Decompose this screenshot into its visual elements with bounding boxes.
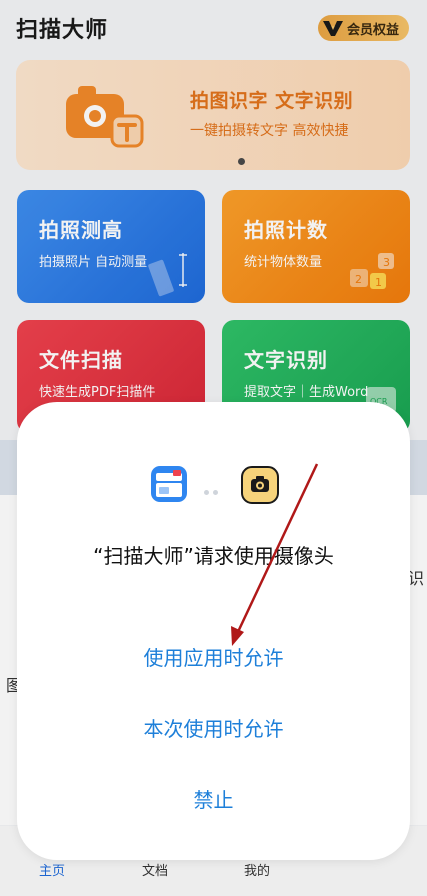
dialog-icons (17, 466, 410, 506)
camera-permission-dialog: “扫描大师”请求使用摄像头 使用应用时允许 本次使用时允许 禁止 (17, 402, 410, 860)
deny-button[interactable]: 禁止 (77, 780, 350, 820)
allow-while-using-button[interactable]: 使用应用时允许 (77, 638, 350, 678)
permission-message: “扫描大师”请求使用摄像头 (93, 544, 334, 568)
app-screen: 扫描大师 会员权益 拍图识字 文字识别 一键拍摄转文字 高效快捷 拍照测高 拍摄… (0, 0, 427, 896)
allow-once-button[interactable]: 本次使用时允许 (77, 709, 350, 749)
app-icon (151, 466, 187, 502)
camera-icon (241, 466, 279, 504)
connection-dots (204, 480, 222, 499)
